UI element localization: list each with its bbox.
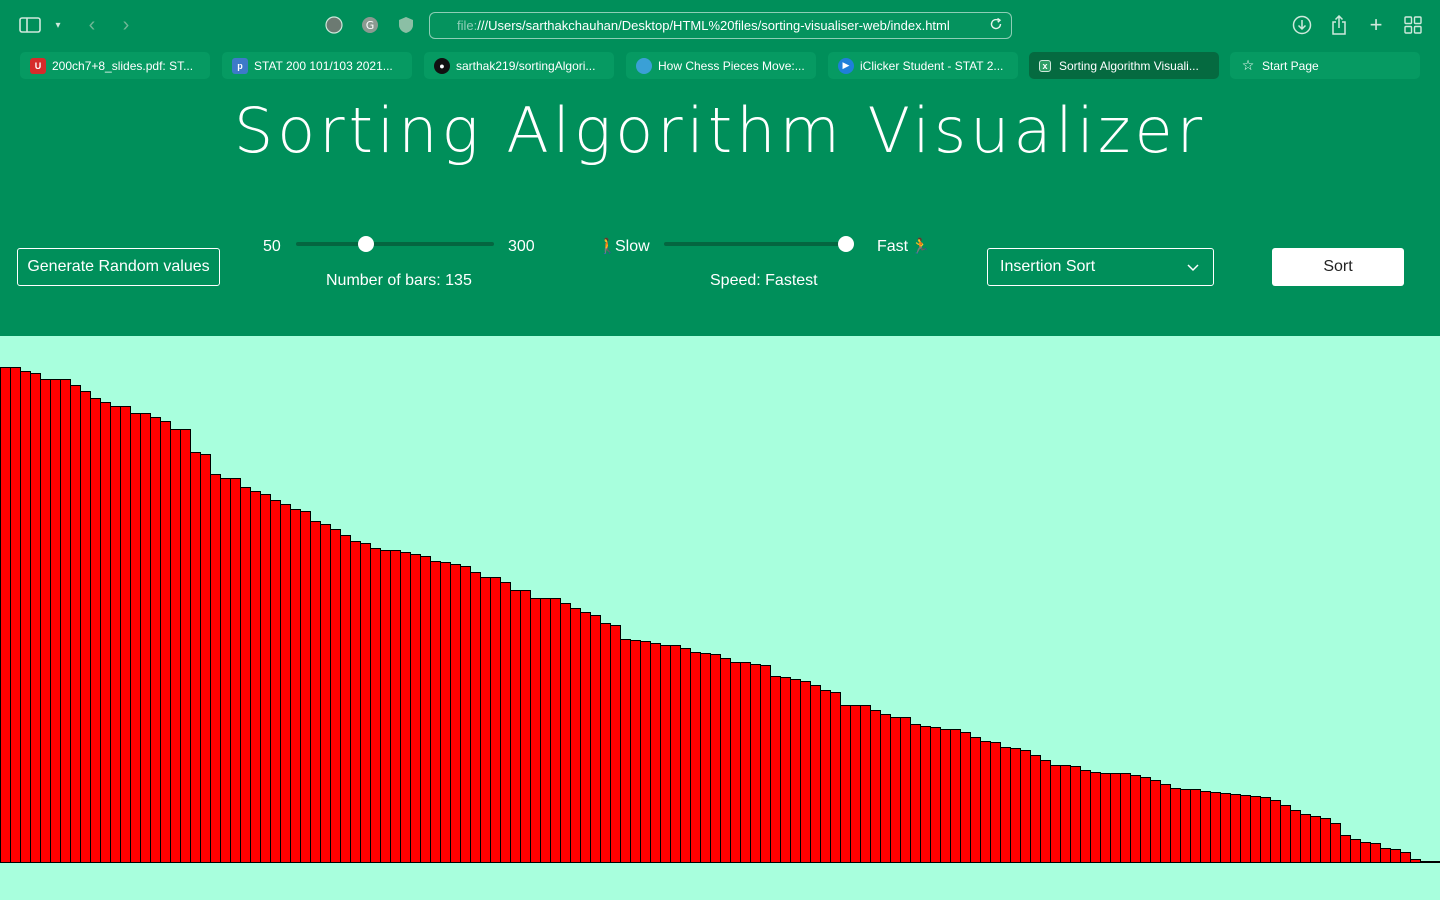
fast-label: Fast <box>877 238 909 255</box>
tab-start-page[interactable]: ☆ Start Page <box>1230 52 1420 79</box>
share-icon[interactable] <box>1327 13 1351 37</box>
star-icon: ☆ <box>1241 57 1255 73</box>
bars-max-label: 300 <box>508 238 535 255</box>
address-bar[interactable]: file:///Users/sarthakchauhan/Desktop/HTM… <box>429 12 1012 39</box>
app-header: Sorting Algorithm Visualizer Generate Ra… <box>0 84 1440 336</box>
speed-slider[interactable] <box>664 236 854 252</box>
tab-sorting-visualizer[interactable]: x Sorting Algorithm Visuali... <box>1029 52 1219 79</box>
github-icon: ● <box>434 57 450 74</box>
shield-icon[interactable] <box>394 13 418 37</box>
iclicker-icon: ▶ <box>838 57 854 74</box>
tab-label: sarthak219/sortingAlgori... <box>456 58 596 73</box>
ubc-icon: U <box>30 57 46 74</box>
tab-overview-icon[interactable] <box>1401 13 1425 37</box>
bars-min-label: 50 <box>263 238 281 255</box>
tab-label: 200ch7+8_slides.pdf: ST... <box>52 58 194 73</box>
page-icon: x <box>1039 59 1051 72</box>
algorithm-select-value: Insertion Sort <box>1000 258 1096 275</box>
chevron-down-icon[interactable]: ▾ <box>46 13 70 37</box>
chevron-down-icon <box>1187 259 1199 277</box>
slow-walk-icon: 🚶 <box>598 238 617 255</box>
speed-label: Speed: Fastest <box>710 272 818 289</box>
tab-label: Sorting Algorithm Visuali... <box>1059 58 1199 73</box>
bars-count-label: Number of bars: 135 <box>326 272 472 289</box>
algorithm-select[interactable]: Insertion Sort <box>987 248 1214 286</box>
reload-icon[interactable] <box>989 17 1005 33</box>
tab-ubc-slides[interactable]: U 200ch7+8_slides.pdf: ST... <box>20 52 210 79</box>
privacy-icon[interactable] <box>322 13 346 37</box>
bar-143 <box>1430 861 1440 863</box>
new-tab-icon[interactable]: + <box>1364 12 1388 37</box>
bars-chart <box>0 336 1440 863</box>
url-text: file:///Users/sarthakchauhan/Desktop/HTM… <box>457 18 950 33</box>
forward-icon[interactable]: › <box>114 13 138 37</box>
bars-slider-thumb[interactable] <box>357 236 374 252</box>
bars-slider[interactable] <box>296 236 494 252</box>
back-icon[interactable]: ‹ <box>80 13 104 37</box>
speed-slider-thumb[interactable] <box>838 236 854 252</box>
fast-run-icon: 🏃 <box>911 238 930 255</box>
tab-label: iClicker Student - STAT 2... <box>860 58 1004 73</box>
tab-label: STAT 200 101/103 2021... <box>254 58 393 73</box>
sidebar-toggle-icon[interactable] <box>18 13 42 37</box>
generate-random-button[interactable]: Generate Random values <box>17 248 220 286</box>
tab-github[interactable]: ● sarthak219/sortingAlgori... <box>424 52 614 79</box>
chess-icon <box>636 57 652 74</box>
download-icon[interactable] <box>1290 13 1314 37</box>
page-title: Sorting Algorithm Visualizer <box>233 94 1207 167</box>
tab-label: Start Page <box>1262 58 1319 73</box>
slow-label: Slow <box>615 238 650 255</box>
tab-strip: U 200ch7+8_slides.pdf: ST... p STAT 200 … <box>0 50 1440 84</box>
piazza-icon: p <box>232 57 248 74</box>
tab-label: How Chess Pieces Move:... <box>658 58 805 73</box>
browser-toolbar: ▾ ‹ › G file:///Users/sarthakchauhan/Des… <box>0 0 1440 50</box>
tab-stat-piazza[interactable]: p STAT 200 101/103 2021... <box>222 52 412 79</box>
sort-button[interactable]: Sort <box>1272 248 1404 286</box>
grammarly-icon[interactable]: G <box>358 13 382 37</box>
tab-chess[interactable]: How Chess Pieces Move:... <box>626 52 816 79</box>
svg-text:G: G <box>366 19 375 32</box>
tab-iclicker[interactable]: ▶ iClicker Student - STAT 2... <box>828 52 1018 79</box>
